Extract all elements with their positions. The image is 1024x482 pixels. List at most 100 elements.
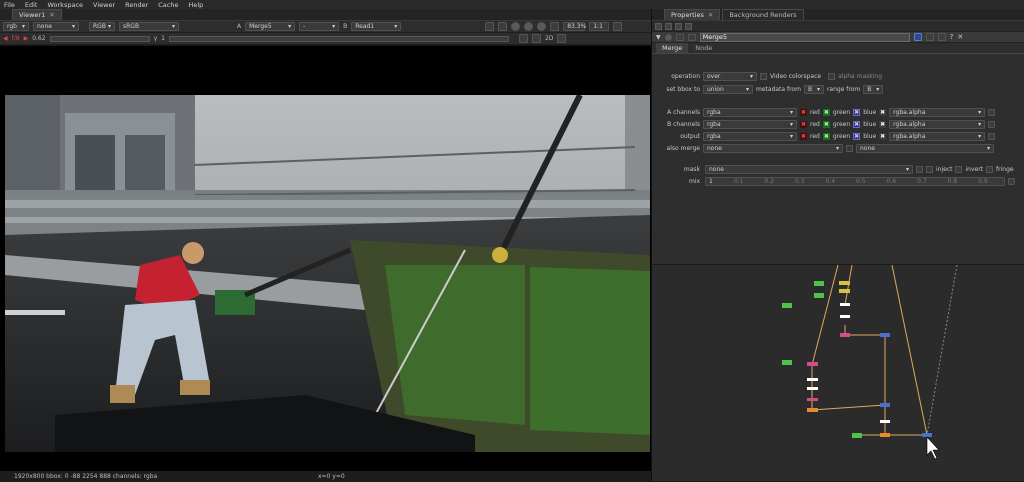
settings-icon[interactable]: [557, 34, 567, 43]
mix-animate-icon[interactable]: [1008, 177, 1015, 185]
out-alpha-checkbox[interactable]: ✖: [879, 132, 887, 140]
invert-checkbox[interactable]: [955, 165, 963, 173]
compare-dropdown[interactable]: - ▾: [299, 22, 340, 31]
channels-dropdown[interactable]: rgb ▾: [3, 22, 29, 31]
clip-warning-icon[interactable]: [498, 22, 508, 31]
pause-icon[interactable]: [511, 22, 521, 31]
tab-properties[interactable]: Properties ✕: [664, 9, 721, 20]
menu-cache[interactable]: Cache: [158, 1, 178, 9]
transform-icon[interactable]: [531, 34, 541, 43]
proxy-toggle-icon[interactable]: [613, 22, 623, 31]
crop-icon[interactable]: [518, 34, 528, 43]
mix-value[interactable]: 1: [709, 178, 713, 185]
input-process-icon[interactable]: [537, 22, 547, 31]
menu-help[interactable]: Help: [188, 1, 203, 9]
node-merge5[interactable]: [880, 433, 890, 437]
lut-icon[interactable]: [550, 22, 560, 31]
mask-link-icon[interactable]: [916, 165, 923, 173]
mask-icon[interactable]: [687, 33, 696, 41]
float-icon[interactable]: [937, 33, 946, 41]
a-input-dropdown[interactable]: Merge5 ▾: [245, 22, 296, 31]
b-green-checkbox[interactable]: ✖: [822, 120, 830, 128]
set-bbox-dropdown[interactable]: union ▾: [703, 84, 753, 94]
roi-icon[interactable]: [485, 22, 495, 31]
node-yellow-2[interactable]: [839, 289, 850, 293]
tab-node[interactable]: Node: [689, 43, 719, 53]
clear-panels-icon[interactable]: [675, 22, 682, 30]
node-green-3[interactable]: [814, 293, 824, 298]
node-dot-6[interactable]: [922, 433, 932, 437]
proxy-dropdown[interactable]: 1:1: [589, 22, 610, 31]
out-blue-checkbox[interactable]: ✖: [853, 132, 861, 140]
node-blue-2[interactable]: [880, 333, 890, 337]
node-green-1[interactable]: [782, 303, 792, 308]
menu-render[interactable]: Render: [125, 1, 148, 9]
node-green-4[interactable]: [782, 360, 792, 365]
viewer-icon[interactable]: [675, 33, 684, 41]
b-input-dropdown[interactable]: Read1 ▾: [351, 22, 402, 31]
output-link-icon[interactable]: [988, 132, 996, 140]
b-channels-link-icon[interactable]: [988, 120, 996, 128]
viewer-canvas[interactable]: [0, 46, 651, 472]
out-green-checkbox[interactable]: ✖: [822, 132, 830, 140]
a-blue-checkbox[interactable]: ✖: [853, 108, 861, 116]
help-icon[interactable]: [913, 33, 922, 41]
mix-slider[interactable]: 1 0.1 0.2 0.3 0.4 0.5 0.6 0.7 0.8 0.9: [705, 176, 1005, 186]
node-dot-2[interactable]: [840, 315, 850, 318]
a-alpha-dropdown[interactable]: rgba.alpha ▾: [889, 107, 986, 117]
b-blue-checkbox[interactable]: ✖: [853, 120, 861, 128]
gain-slider[interactable]: [49, 35, 150, 42]
node-green-5[interactable]: [852, 433, 862, 438]
max-panels-icon[interactable]: [655, 22, 662, 30]
gain-play-icon[interactable]: ◀: [3, 35, 8, 42]
rgb-colorspace-dropdown[interactable]: RGB ▾: [89, 22, 115, 31]
range-from-dropdown[interactable]: B ▾: [863, 84, 884, 94]
alpha-masking-checkbox[interactable]: [828, 72, 836, 80]
menu-file[interactable]: File: [4, 1, 15, 9]
gain-value[interactable]: 0.62: [32, 35, 45, 42]
metadata-from-dropdown[interactable]: B ▾: [803, 84, 824, 94]
node-dot-3[interactable]: [807, 378, 818, 381]
question-icon[interactable]: ?: [950, 33, 954, 41]
node-graph[interactable]: [652, 264, 1024, 481]
node-dot-4[interactable]: [807, 387, 818, 390]
alpha-dropdown[interactable]: none ▾: [33, 22, 79, 31]
operation-dropdown[interactable]: over ▾: [703, 71, 757, 81]
revert-icon[interactable]: [925, 33, 934, 41]
zoom-dropdown[interactable]: 83.3%: [563, 22, 586, 31]
tab-merge[interactable]: Merge: [656, 43, 689, 53]
node-name-field[interactable]: Merge5: [699, 32, 910, 42]
b-channels-dropdown[interactable]: rgba ▾: [703, 119, 797, 129]
collapse-icon[interactable]: ▼: [656, 34, 661, 41]
b-alpha-dropdown[interactable]: rgba.alpha ▾: [889, 119, 986, 129]
close-icon[interactable]: ✕: [49, 11, 54, 19]
node-pink-2[interactable]: [807, 362, 818, 366]
refresh-icon[interactable]: [524, 22, 534, 31]
node-yellow-1[interactable]: [839, 281, 850, 285]
menu-viewer[interactable]: Viewer: [93, 1, 115, 9]
also-merge-dropdown[interactable]: none ▾: [703, 143, 843, 153]
pencil-icon[interactable]: [685, 22, 692, 30]
node-color-icon[interactable]: [664, 33, 672, 41]
a-channels-dropdown[interactable]: rgba ▾: [703, 107, 797, 117]
gamma-slider[interactable]: [168, 35, 509, 42]
inject-checkbox[interactable]: [926, 165, 933, 173]
also-merge-dropdown-2[interactable]: none ▾: [856, 143, 994, 153]
video-colorspace-checkbox[interactable]: [760, 72, 767, 80]
b-red-checkbox[interactable]: ✖: [800, 120, 807, 128]
also-merge-checkbox[interactable]: [846, 144, 853, 152]
b-alpha-checkbox[interactable]: ✖: [879, 120, 887, 128]
a-alpha-checkbox[interactable]: ✖: [879, 108, 887, 116]
mask-dropdown[interactable]: none ▾: [705, 164, 913, 174]
close-node-icon[interactable]: ✕: [957, 33, 963, 41]
view-mode-value[interactable]: 2D: [545, 35, 553, 42]
node-orange-1[interactable]: [807, 408, 818, 412]
node-dot-1[interactable]: [840, 303, 850, 306]
tab-background-renders[interactable]: Background Renders: [722, 9, 804, 20]
out-alpha-dropdown[interactable]: rgba.alpha ▾: [889, 131, 986, 141]
tab-viewer1[interactable]: Viewer1 ✕: [12, 9, 62, 20]
node-green-2[interactable]: [814, 281, 824, 286]
a-channels-link-icon[interactable]: [988, 108, 996, 116]
a-green-checkbox[interactable]: ✖: [822, 108, 830, 116]
node-blue-1[interactable]: [880, 403, 890, 407]
